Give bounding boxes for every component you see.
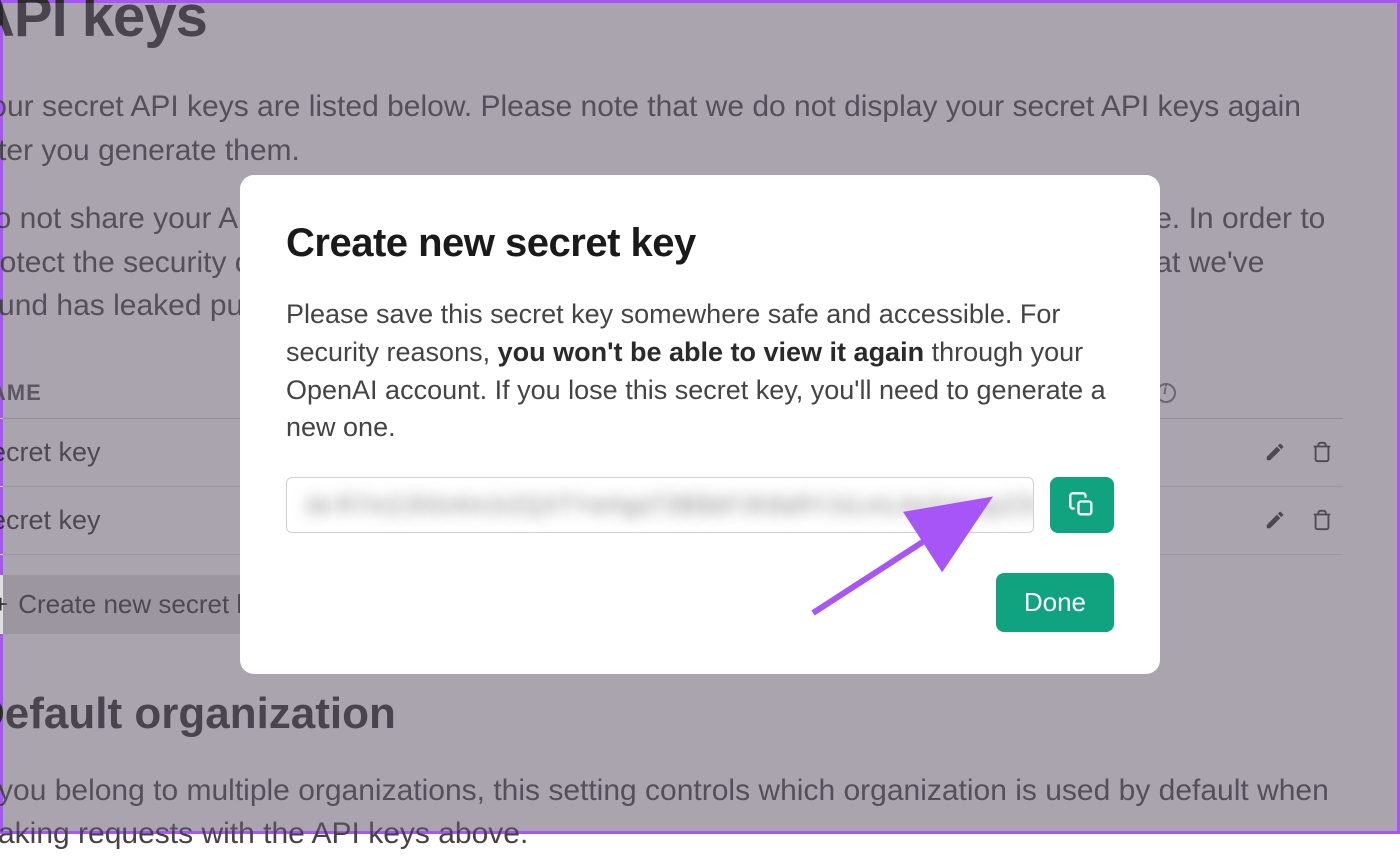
modal-description: Please save this secret key somewhere sa…: [286, 296, 1114, 447]
copy-icon: [1068, 491, 1096, 519]
secret-key-row: sk-R7mZJh0v4mJv2QXTYwHgaT3BlbkFJK8aRYJvL…: [286, 477, 1114, 533]
create-secret-key-modal: Create new secret key Please save this s…: [240, 175, 1160, 674]
done-button[interactable]: Done: [996, 573, 1114, 632]
copy-button[interactable]: [1050, 477, 1114, 533]
modal-footer: Done: [286, 573, 1114, 632]
modal-title: Create new secret key: [286, 221, 1114, 266]
secret-key-input[interactable]: sk-R7mZJh0v4mJv2QXTYwHgaT3BlbkFJK8aRYJvL…: [286, 477, 1034, 533]
modal-overlay: Create new secret key Please save this s…: [3, 3, 1397, 831]
